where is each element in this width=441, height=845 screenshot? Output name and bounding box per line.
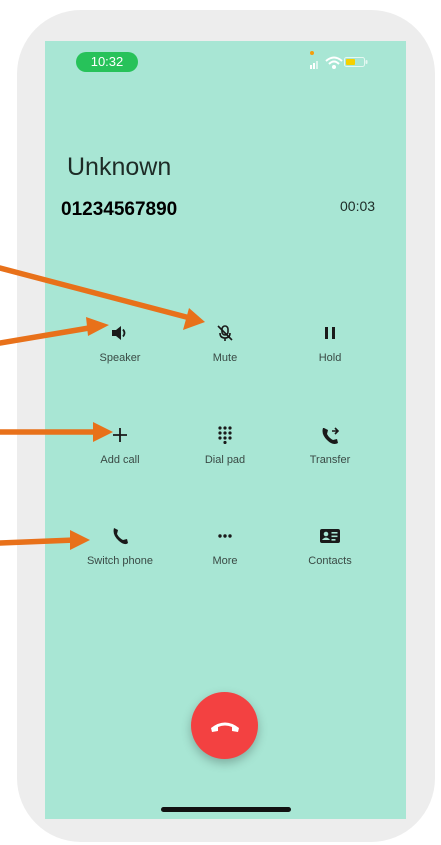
arrow-to-speaker [0,324,98,346]
arrowhead-mute [183,308,205,330]
arrowhead-speaker [86,317,109,336]
arrow-to-switch-phone [0,537,78,546]
arrowhead-switch-phone [70,530,90,550]
annotation-arrows [0,265,205,550]
arrowhead-add-call [93,422,113,442]
arrow-to-mute [0,265,193,321]
